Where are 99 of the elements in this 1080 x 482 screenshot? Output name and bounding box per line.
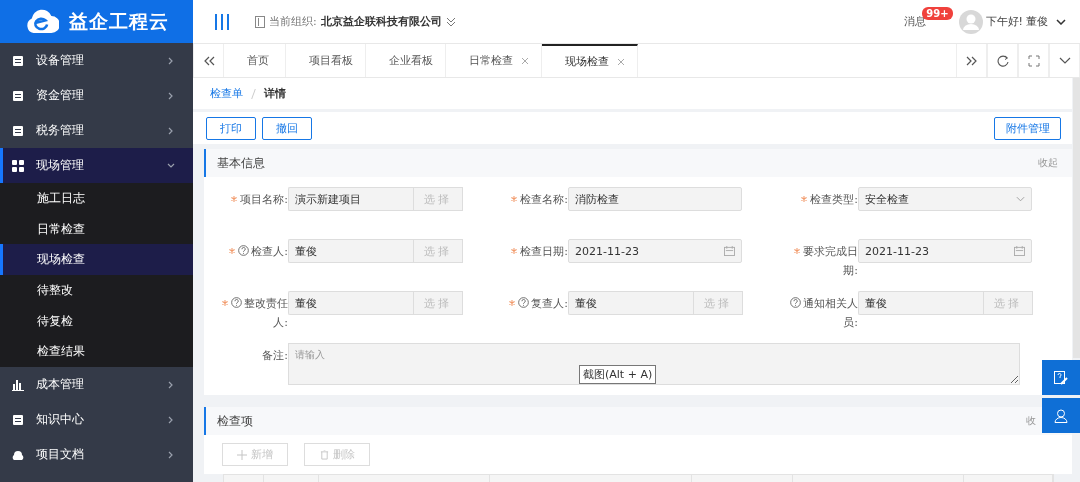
user-icon (1054, 408, 1068, 423)
trash-icon (319, 449, 329, 460)
chevron-icon (167, 161, 175, 170)
tooltip: 截图(Alt + A) (579, 365, 657, 384)
required-asterisk-icon (511, 248, 518, 254)
sidebar-subitem[interactable]: 现场检查 (0, 244, 193, 276)
cloud-logo-icon (24, 8, 59, 35)
help-icon[interactable] (238, 245, 250, 256)
toolbar-button[interactable]: 打印 (206, 116, 256, 140)
double-chevron-left-icon (202, 55, 215, 66)
input-field[interactable]: 演示新建项目 (288, 187, 413, 211)
dropdown-field[interactable]: 安全检查 (858, 187, 1032, 211)
sidebar-item[interactable]: 资金管理 (0, 78, 193, 113)
sidebar-item[interactable]: 项目文档 (0, 437, 193, 473)
section-title: 检查项 (217, 412, 254, 430)
sidebar-item[interactable]: 税务管理 (0, 113, 193, 148)
more-tabs-button[interactable] (1049, 44, 1080, 77)
input-field[interactable]: 董俊 (568, 291, 693, 315)
menu-icon[interactable] (215, 13, 229, 30)
double-chevron-right-icon (965, 55, 978, 66)
page-tab[interactable]: 项目看板 (286, 44, 366, 77)
field-label: 通知相关人员: (780, 291, 858, 332)
field-label: 复查人: (490, 291, 568, 313)
field-label: 检查日期: (490, 239, 568, 261)
date-field[interactable]: 2021-11-23 (568, 239, 742, 263)
fullscreen-icon (1027, 54, 1040, 67)
sidebar-item[interactable]: 现场管理 (0, 148, 193, 183)
required-asterisk-icon (511, 196, 518, 202)
caret-icon[interactable] (1056, 18, 1066, 25)
attachments-button[interactable]: 附件管理 (994, 116, 1061, 140)
page-tab[interactable]: 首页 (224, 44, 286, 77)
input-field[interactable]: 董俊 (288, 239, 413, 263)
field-label: 整改责任人: (210, 291, 288, 332)
sidebar-item[interactable]: 成本管理 (0, 367, 193, 403)
double-chevron-icon[interactable] (445, 16, 456, 27)
scrollbar[interactable] (1073, 78, 1080, 358)
required-asterisk-icon (231, 196, 238, 202)
close-icon[interactable] (617, 57, 625, 66)
logo-text: 益企工程云 (68, 8, 169, 34)
chevron-down-icon (1058, 56, 1071, 65)
calendar-icon (1014, 246, 1025, 256)
cloud-icon (12, 448, 24, 461)
breadcrumb-item[interactable]: 检查单 (210, 86, 243, 101)
refresh-icon (996, 54, 1009, 67)
refresh-button[interactable] (987, 44, 1018, 77)
date-field[interactable]: 2021-11-23 (858, 239, 1032, 263)
org-label: 当前组织: (269, 14, 317, 29)
section-title: 基本信息 (217, 154, 266, 172)
chevron-down-icon (1016, 196, 1025, 202)
required-asterisk-icon (801, 196, 808, 202)
feedback-button[interactable] (1042, 360, 1080, 395)
chevron-icon (167, 380, 175, 389)
help-icon[interactable] (790, 297, 801, 308)
building-icon (255, 15, 265, 28)
scroll-left-button[interactable] (193, 44, 224, 77)
sidebar-subitem[interactable]: 待整改 (0, 275, 193, 306)
sidebar-subitem[interactable]: 待复检 (0, 305, 193, 337)
input-field[interactable]: 董俊 (858, 291, 983, 315)
edit-help-icon (1054, 370, 1068, 385)
field-label: 检查人: (210, 239, 288, 261)
required-asterisk-icon (222, 300, 228, 306)
plus-icon (237, 449, 247, 460)
toolbar-button[interactable]: 撤回 (262, 116, 312, 140)
contact-button[interactable] (1042, 398, 1080, 433)
required-asterisk-icon (229, 248, 236, 254)
sidebar-subitem[interactable]: 施工日志 (0, 183, 193, 214)
field-label: 检查名称: (490, 187, 568, 209)
page-tab[interactable]: 企业看板 (366, 44, 446, 77)
input-field[interactable]: 董俊 (288, 291, 413, 315)
field-label: 要求完成日期: (780, 239, 858, 280)
list-icon (12, 54, 24, 67)
field-label: 检查类型: (780, 187, 858, 209)
field-label: 项目名称: (210, 187, 288, 209)
bar-chart-icon (12, 378, 24, 391)
page-tab[interactable]: 日常检查 (446, 44, 542, 77)
calendar-icon (724, 246, 735, 256)
close-icon[interactable] (521, 56, 529, 65)
help-icon[interactable] (518, 297, 530, 308)
chevron-icon (167, 450, 175, 459)
scroll-right-button[interactable] (956, 44, 987, 77)
field-label: 备注: (261, 348, 288, 364)
user-name[interactable]: 董俊 (1026, 14, 1048, 29)
breadcrumb-item: 详情 (264, 86, 286, 101)
sidebar-subitem[interactable]: 检查结果 (0, 336, 193, 368)
fullscreen-button[interactable] (1018, 44, 1049, 77)
chevron-icon (167, 126, 175, 135)
sidebar-subitem[interactable]: 日常检查 (0, 213, 193, 245)
input-field[interactable]: 消防检查 (568, 187, 742, 211)
required-asterisk-icon (509, 300, 516, 306)
grid-icon (12, 159, 24, 172)
chevron-icon (167, 91, 175, 100)
required-asterisk-icon (794, 248, 800, 254)
chevron-icon (167, 56, 175, 65)
sidebar-item[interactable]: 知识中心 (0, 402, 193, 438)
sidebar-item[interactable]: 设备管理 (0, 43, 193, 78)
chevron-icon (167, 415, 175, 424)
org-name[interactable]: 北京益企联科技有限公司 (320, 14, 442, 29)
help-icon[interactable] (231, 297, 242, 308)
greeting-text: 下午好! (985, 14, 1023, 29)
